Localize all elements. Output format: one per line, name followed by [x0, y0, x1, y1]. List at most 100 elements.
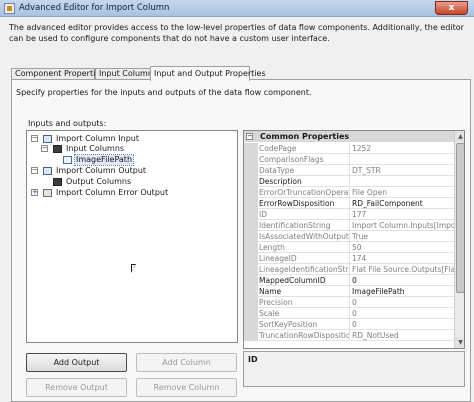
row-gutter [244, 143, 258, 154]
error-output-icon [43, 189, 52, 197]
close-button[interactable]: x [435, 1, 468, 15]
property-value[interactable]: 0 [352, 297, 454, 308]
property-value[interactable]: 0 [352, 275, 454, 286]
property-value[interactable]: DT_STR [352, 165, 454, 176]
row-gutter [244, 165, 258, 176]
row-gutter [244, 220, 258, 231]
property-value[interactable]: RD_NotUsed [352, 330, 454, 341]
title-bar[interactable]: Advanced Editor for Import Column x [0, 0, 474, 17]
property-row[interactable]: IdentificationString Import Column.Inputs… [244, 220, 454, 231]
property-value[interactable]: Import Column.Inputs[Import C [352, 220, 454, 231]
property-row[interactable]: Length 50 [244, 242, 454, 253]
property-grid[interactable]: − Common Properties CodePage 1252 Comparis… [243, 130, 465, 349]
remove-output-button[interactable]: Remove Output [26, 378, 127, 397]
add-output-button[interactable]: Add Output [26, 353, 127, 372]
tree-node-label: Import Column Output [56, 166, 147, 175]
row-gutter [244, 231, 258, 242]
property-row[interactable]: LineageIdentificationStringFlat File Sou… [244, 264, 454, 275]
property-name: Name [259, 286, 350, 297]
category-label: Common Properties [260, 132, 350, 141]
property-row[interactable]: IsAssociatedWithOutputColumnTrue [244, 231, 454, 242]
row-gutter [244, 176, 258, 187]
property-row[interactable]: SortKeyPosition 0 [244, 319, 454, 330]
property-name: Length [259, 242, 350, 253]
property-row[interactable]: ErrorRowDisposition RD_FailComponent [244, 198, 454, 209]
property-grid-scrollbar[interactable]: ▲ ▼ [454, 131, 464, 348]
property-row[interactable]: Scale 0 [244, 308, 454, 319]
tree-node-label: Import Column Error Output [56, 188, 169, 197]
inputs-outputs-label: Inputs and outputs: [28, 119, 107, 128]
row-gutter [244, 308, 258, 319]
row-gutter [244, 209, 258, 220]
property-value[interactable]: True [352, 231, 454, 242]
advanced-editor-window: Advanced Editor for Import Column x The … [0, 0, 474, 402]
property-name: CodePage [259, 143, 350, 154]
property-name: Scale [259, 308, 350, 319]
folder-icon [53, 178, 62, 186]
property-row[interactable]: TruncationRowDisposition RD_NotUsed [244, 330, 454, 341]
editor-description: The advanced editor provides access to t… [9, 23, 464, 43]
property-row[interactable]: CodePage 1252 [244, 143, 454, 154]
row-gutter [244, 330, 258, 341]
tab-input-output-properties[interactable]: Input and Output Properties [150, 66, 266, 81]
property-row[interactable]: ID 177 [244, 209, 454, 220]
property-value[interactable]: RD_FailComponent [352, 198, 454, 209]
tree-node-label: Output Columns [66, 177, 132, 186]
property-row[interactable]: LineageID 174 [244, 253, 454, 264]
property-name: LineageID [259, 253, 350, 264]
row-gutter [244, 154, 258, 165]
property-row[interactable]: ErrorOrTruncationOperationFile Open [244, 187, 454, 198]
scroll-down-icon[interactable]: ▼ [455, 337, 464, 348]
property-value[interactable]: 174 [352, 253, 454, 264]
collapse-icon[interactable]: − [246, 133, 253, 140]
expand-icon[interactable]: + [31, 189, 38, 196]
property-value[interactable] [352, 176, 454, 187]
property-value[interactable]: Flat File Source.Outputs[Flat File [352, 264, 454, 275]
property-row[interactable]: DataType DT_STR [244, 165, 454, 176]
property-name: LineageIdentificationString [259, 264, 350, 275]
remove-column-button[interactable]: Remove Column [136, 378, 237, 397]
collapse-icon[interactable]: − [41, 145, 48, 152]
property-value[interactable]: 0 [352, 319, 454, 330]
row-gutter [244, 253, 258, 264]
property-name: ErrorRowDisposition [259, 198, 350, 209]
property-row[interactable]: Name ImageFilePath [244, 286, 454, 297]
panel-description: Specify properties for the inputs and ou… [16, 88, 312, 97]
property-value[interactable]: ImageFilePath [352, 286, 454, 297]
property-name: IsAssociatedWithOutputColumn [259, 231, 350, 242]
row-gutter [244, 297, 258, 308]
output-icon [43, 167, 52, 175]
property-name: Precision [259, 297, 350, 308]
property-value[interactable]: File Open [352, 187, 454, 198]
inputs-outputs-tree[interactable]: − Import Column Input − Input Columns Im… [26, 130, 238, 343]
property-value[interactable]: 1252 [352, 143, 454, 154]
property-row[interactable]: Precision 0 [244, 297, 454, 308]
app-icon [4, 3, 15, 14]
folder-icon [53, 145, 62, 153]
row-gutter [244, 264, 258, 275]
category-common-properties[interactable]: − Common Properties [244, 131, 454, 142]
property-name: ID [259, 209, 350, 220]
property-value[interactable]: 0 [352, 308, 454, 319]
property-description-pane: ID [243, 351, 465, 387]
property-value[interactable] [352, 154, 454, 165]
tree-node-label: Import Column Input [56, 134, 139, 143]
property-row[interactable]: MappedColumnID 0 [244, 275, 454, 286]
scrollbar-thumb[interactable] [456, 143, 464, 293]
property-name: IdentificationString [259, 220, 350, 231]
add-column-button[interactable]: Add Column [136, 353, 237, 372]
property-row[interactable]: ComparisonFlags [244, 154, 454, 165]
scroll-up-icon[interactable]: ▲ [455, 131, 464, 142]
property-value[interactable]: 177 [352, 209, 454, 220]
row-gutter [244, 242, 258, 253]
tree-node-label: Input Columns [66, 144, 125, 153]
row-gutter [244, 187, 258, 198]
property-name: Description [259, 176, 350, 187]
property-value[interactable]: 50 [352, 242, 454, 253]
property-name: MappedColumnID [259, 275, 350, 286]
collapse-icon[interactable]: − [31, 135, 38, 142]
property-name: SortKeyPosition [259, 319, 350, 330]
property-name: TruncationRowDisposition [259, 330, 350, 341]
collapse-icon[interactable]: − [31, 167, 38, 174]
property-row[interactable]: Description [244, 176, 454, 187]
